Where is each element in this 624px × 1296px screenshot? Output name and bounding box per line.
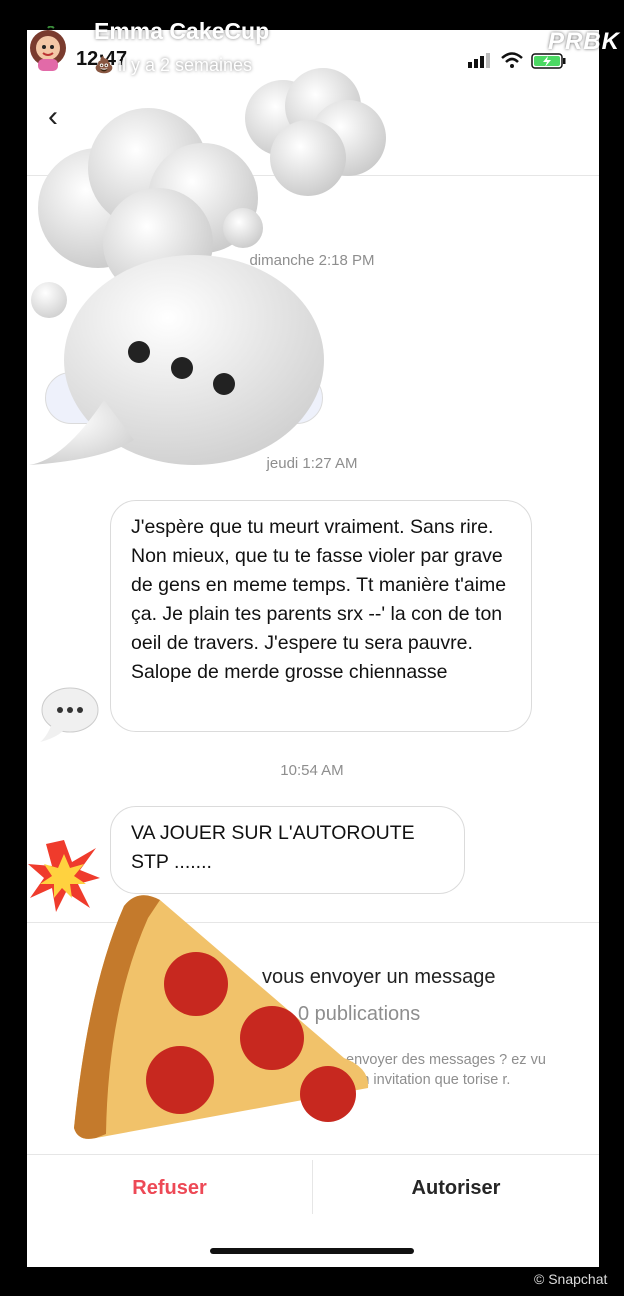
wifi-icon — [501, 52, 523, 68]
typing-bubble-icon — [40, 687, 99, 742]
battery-icon — [531, 53, 566, 69]
message-text: VA JOUER SUR L'AUTOROUTE STP ....... — [131, 822, 415, 873]
signal-icon — [468, 53, 490, 68]
avatar[interactable] — [28, 26, 68, 72]
request-info: envoyer des messages ? ez vu son invitat… — [346, 1052, 546, 1088]
actions-divider — [27, 1154, 599, 1155]
decline-button[interactable]: Refuser — [27, 1162, 312, 1214]
message-text: J'espère que tu meurt vraiment. Sans rir… — [131, 516, 507, 683]
speech-bubble-sticker-icon — [29, 255, 324, 465]
story-user-name[interactable]: Emma CakeCup — [94, 18, 269, 45]
message-bubble: J'espère que tu meurt vraiment. Sans rir… — [110, 500, 532, 732]
story-posted-time: il y a 2 semaines — [118, 55, 253, 75]
accept-button[interactable]: Autoriser — [313, 1162, 599, 1214]
poop-emoji-icon: 💩 — [94, 57, 114, 74]
home-indicator[interactable] — [210, 1248, 414, 1254]
message-bubble: VA JOUER SUR L'AUTOROUTE STP ....... — [110, 806, 465, 894]
snapchat-credit: © Snapchat — [534, 1271, 608, 1287]
pizza-sticker-icon — [74, 895, 369, 1139]
brand-watermark: PRBK — [548, 28, 621, 55]
timestamp-3: 10:54 AM — [280, 762, 344, 779]
